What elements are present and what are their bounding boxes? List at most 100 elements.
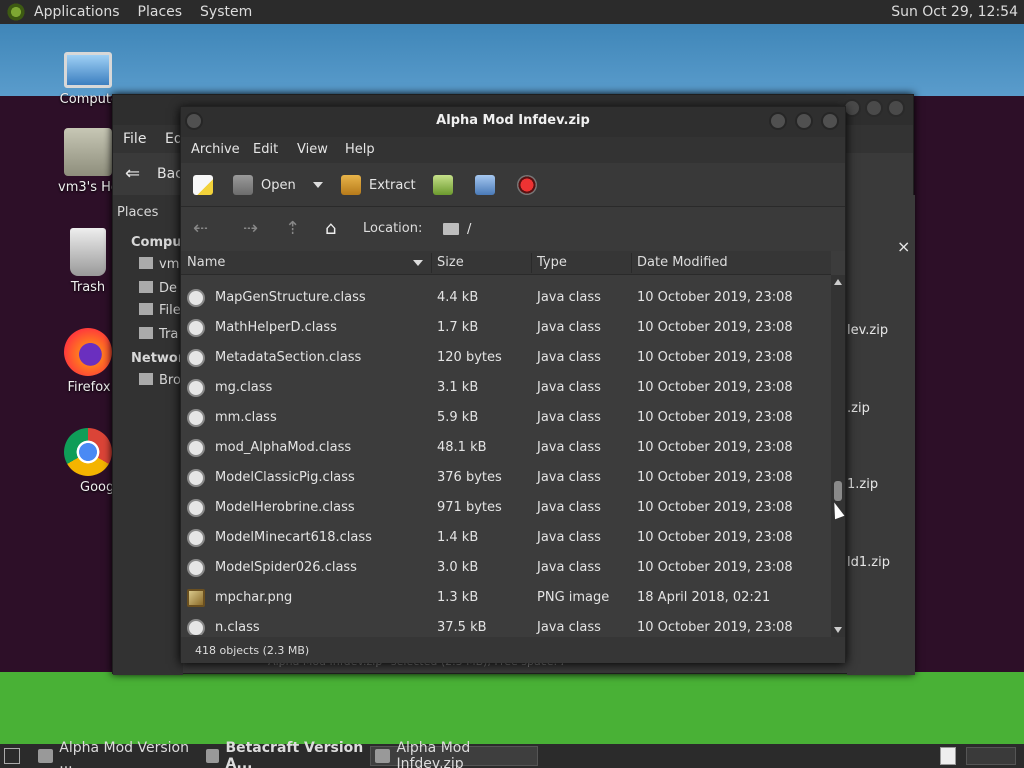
table-row[interactable]: n.class 37.5 kB Java class 10 October 2019,… [181,613,829,635]
wallpaper-sky [0,24,1024,96]
java-app-icon [206,749,220,763]
class-file-icon [187,409,205,427]
top-panel: Applications Places System Sun Oct 29, 1… [0,0,1024,24]
table-row[interactable]: mg.class 3.1 kB Java class 10 October 2019,… [181,373,829,403]
sidebar-item-home[interactable]: vm [139,257,179,272]
column-date-modified[interactable]: Date Modified [637,255,728,270]
table-row[interactable]: ModelSpider026.class 3.0 kB Java class 10 O… [181,553,829,583]
workspace-2[interactable] [966,747,1016,765]
table-row[interactable]: mod_AlphaMod.class 48.1 kB Java class 10 Oc… [181,433,829,463]
class-file-icon [187,289,205,307]
desktop-folder-icon [139,281,153,293]
taskbar-item-betacraft[interactable]: Betacraft Version A... [202,740,368,768]
sidebar-item-trash[interactable]: Tra [139,327,178,342]
file-item[interactable]: 1.zip [847,477,878,492]
add-folder-icon [475,175,495,195]
up-arrow-icon[interactable]: ⇡ [285,219,300,239]
status-text: 418 objects (2.3 MB) [195,644,310,657]
scroll-up-icon[interactable] [834,279,842,285]
folder-icon [443,223,459,235]
add-folder-button[interactable] [475,173,503,197]
table-row[interactable]: MathHelperD.class 1.7 kB Java class 10 Octo… [181,313,829,343]
table-row[interactable]: mpchar.png 1.3 kB PNG image 18 April 2018, … [181,583,829,613]
archive-menubar: Archive Edit View Help [181,137,845,163]
file-item[interactable]: lev.zip [847,323,888,338]
extract-icon [341,175,361,195]
add-files-button[interactable] [433,173,461,197]
drive-icon [139,303,153,315]
table-row[interactable]: MapGenStructure.class 4.4 kB Java class 10 … [181,283,829,313]
new-archive-icon [193,175,213,195]
column-size[interactable]: Size [437,255,464,270]
status-bar: 418 objects (2.3 MB) [181,637,845,663]
window-title: Alpha Mod Infdev.zip [436,113,590,128]
sidebar-item-desktop[interactable]: De [139,281,177,296]
sidebar-item-browse-network[interactable]: Bro [139,373,181,388]
scroll-down-icon[interactable] [834,627,842,633]
places-header[interactable]: Places [117,205,158,220]
menu-applications[interactable]: Applications [34,4,120,20]
archive-icon [375,749,391,763]
close-icon[interactable] [887,99,905,117]
column-separator[interactable] [631,253,632,273]
scrollbar-thumb[interactable] [834,481,842,501]
maximize-icon[interactable] [865,99,883,117]
table-row[interactable]: ModelClassicPig.class 376 bytes Java class… [181,463,829,493]
menu-help[interactable]: Help [345,142,375,157]
taskbar-item-archive[interactable]: Alpha Mod Infdev.zip [370,740,538,768]
window-menu-icon[interactable] [185,112,203,130]
menu-archive[interactable]: Archive [191,142,240,157]
archive-manager-window: Alpha Mod Infdev.zip Archive Edit View H… [180,106,846,663]
stop-button[interactable] [517,173,537,197]
table-row[interactable]: mm.class 5.9 kB Java class 10 October 2019,… [181,403,829,433]
clock[interactable]: Sun Oct 29, 12:54 [891,4,1018,20]
open-icon [233,175,253,195]
sort-descending-icon[interactable] [413,260,423,266]
column-separator[interactable] [531,253,532,273]
forward-arrow-icon[interactable]: ⇢ [243,219,258,239]
location-field[interactable]: / [443,217,843,241]
close-icon[interactable] [821,112,839,130]
column-type[interactable]: Type [537,255,567,270]
folder-icon [38,749,54,763]
file-list-scrollbar[interactable] [831,275,845,637]
home-icon[interactable]: ⌂ [325,219,336,239]
table-row[interactable]: ModelHerobrine.class 971 bytes Java class 1… [181,493,829,523]
new-archive-button[interactable] [193,173,221,197]
extract-button[interactable]: Extract [341,173,416,197]
class-file-icon [187,499,205,517]
open-dropdown-button[interactable] [313,173,323,197]
menu-places[interactable]: Places [138,4,183,20]
menu-file[interactable]: File [123,131,146,147]
menu-edit[interactable]: Edit [253,142,278,157]
minimize-icon[interactable] [769,112,787,130]
class-file-icon [187,529,205,547]
class-file-icon [187,469,205,487]
open-button[interactable]: Open [233,173,296,197]
class-file-icon [187,319,205,337]
class-file-icon [187,619,205,635]
class-file-icon [187,379,205,397]
file-item[interactable]: .zip [847,401,870,416]
column-separator[interactable] [431,253,432,273]
table-row[interactable]: MetadataSection.class 120 bytes Java class… [181,343,829,373]
table-row[interactable]: ModelMinecart618.class 1.4 kB Java class 10… [181,523,829,553]
taskbar-item-alpha-mod-version[interactable]: Alpha Mod Version ... [34,740,200,768]
stop-icon [517,175,537,195]
distro-logo-icon[interactable] [6,2,26,22]
file-list[interactable]: MapGenStructure.class 4.4 kB Java class 10 … [181,275,829,635]
back-arrow-icon[interactable]: ⇐ [125,163,140,184]
close-pane-icon[interactable]: × [897,237,910,256]
maximize-icon[interactable] [795,112,813,130]
sidebar-item-filesystem[interactable]: File [139,303,181,318]
workspace-1[interactable] [940,747,956,765]
back-button[interactable]: Bac [157,166,183,182]
back-arrow-icon[interactable]: ⇠ [193,219,208,239]
menu-view[interactable]: View [297,142,328,157]
archive-titlebar[interactable]: Alpha Mod Infdev.zip [181,107,845,137]
column-name[interactable]: Name [187,255,225,270]
file-item[interactable]: ld1.zip [847,555,890,570]
file-list-header: Name Size Type Date Modified [181,251,831,275]
show-desktop-icon[interactable] [4,748,20,764]
menu-system[interactable]: System [200,4,252,20]
